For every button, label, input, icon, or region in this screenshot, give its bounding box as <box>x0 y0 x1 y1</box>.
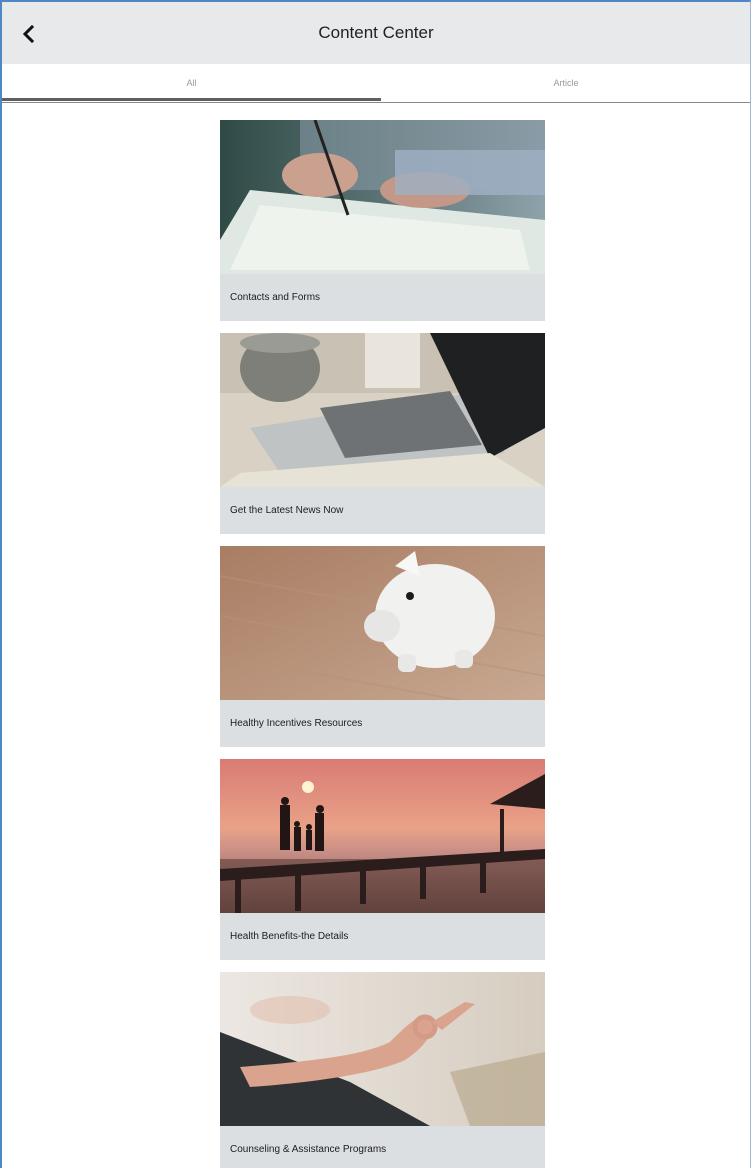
app-window: Content Center All Article Contacts and … <box>0 0 751 1168</box>
card-caption: Healthy Incentives Resources <box>220 700 545 747</box>
card-caption: Contacts and Forms <box>220 274 545 321</box>
piggy-bank-photo <box>220 546 545 700</box>
content-card-latest-news[interactable]: Get the Latest News Now <box>220 333 545 534</box>
tab-article[interactable]: Article <box>381 64 750 102</box>
family-pier-sunset-photo <box>220 759 545 913</box>
card-caption: Health Benefits-the Details <box>220 913 545 960</box>
laptop-coffee-photo <box>220 333 545 487</box>
meditation-hand-photo <box>220 972 545 1126</box>
content-card-health-benefits[interactable]: Health Benefits-the Details <box>220 759 545 960</box>
top-bar: Content Center <box>2 2 750 64</box>
content-card-counseling[interactable]: Counseling & Assistance Programs <box>220 972 545 1168</box>
writing-hand-photo <box>220 120 545 274</box>
card-caption: Counseling & Assistance Programs <box>220 1126 545 1168</box>
card-caption: Get the Latest News Now <box>220 487 545 534</box>
page-title: Content Center <box>318 23 434 42</box>
content-card-contacts-forms[interactable]: Contacts and Forms <box>220 120 545 321</box>
tab-all[interactable]: All <box>2 64 381 102</box>
content-card-healthy-incentives[interactable]: Healthy Incentives Resources <box>220 546 545 747</box>
selected-tab-indicator <box>2 98 381 101</box>
content-list: Contacts and Forms Get the Latest News N… <box>220 120 545 1168</box>
